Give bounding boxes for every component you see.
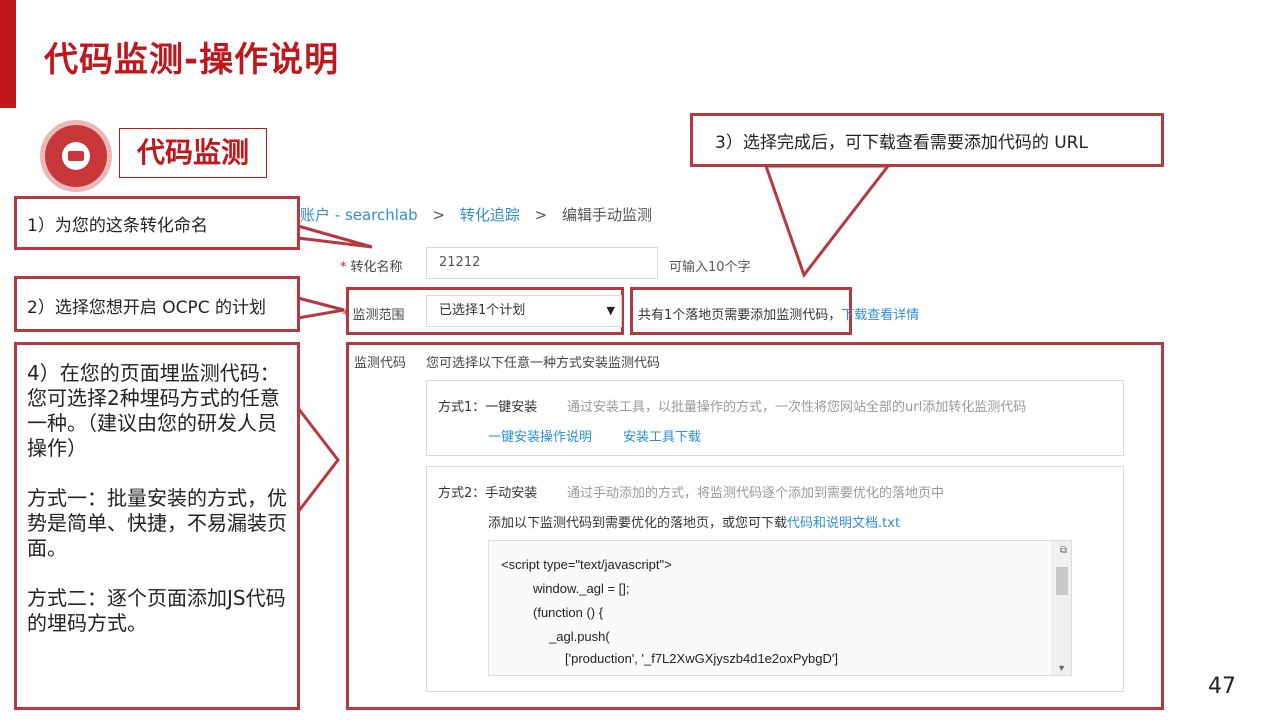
scope-label-text: 监测范围 [352,308,405,323]
monitor-code-label: 监测代码 [354,356,407,371]
code-scrollbar-thumb[interactable] [1056,567,1068,595]
code-line: _agl.push( [549,629,610,644]
method1-title: 方式1：一键安装 [438,400,538,415]
method2-instruction-text: 添加以下监测代码到需要优化的落地页，或您可下载 [488,516,788,531]
required-mark: * [342,308,349,323]
callout-step4-line4: 方式二：逐个页面添加JS代码的埋码方式。 [27,586,286,635]
callout4-pointer [296,403,340,517]
method2-instruction: 添加以下监测代码到需要优化的落地页，或您可下载代码和说明文档.txt [488,512,900,531]
page-number: 47 [1208,674,1236,699]
code-scrollbar[interactable] [1052,541,1071,675]
conversion-name-label: * 转化名称 [340,256,403,275]
breadcrumb: 账户 - searchlab > 转化追踪 > 编辑手动监测 [300,204,652,225]
callout-step4: 4）在您的页面埋监测代码： 您可选择2种埋码方式的任意一种。（建议由您的研发人员… [14,342,300,710]
breadcrumb-separator: > [432,206,446,224]
method1-desc: 通过安装工具，以批量操作的方式，一次性将您网站全部的url添加转化监测代码 [567,400,1027,415]
download-details-link[interactable]: 下载查看详情 [841,308,919,323]
breadcrumb-account[interactable]: 账户 - searchlab [300,206,418,224]
scope-select[interactable]: 已选择1个计划 ▼ [426,295,622,327]
callout3-pointer [763,164,892,279]
code-line: <script type="text/javascript"> [501,557,672,572]
conversion-name-text: 转化名称 [350,260,403,275]
code-line: ['production', '_f7L2XwGXjyszb4d1e2oxPyb… [565,651,838,666]
code-line: (function () { [533,605,604,620]
scope-label: * 监测范围 [342,304,405,323]
method2-desc: 通过手动添加的方式，将监测代码逐个添加到需要优化的落地页中 [567,486,945,501]
dropdown-arrow-icon: ▼ [606,304,615,317]
callout-step2: 2）选择您想开启 OCPC 的计划 [14,276,300,332]
callout-step3: 3）选择完成后，可下载查看需要添加代码的 URL [690,113,1164,167]
breadcrumb-conversion[interactable]: 转化追踪 [460,206,520,224]
scope-select-value: 已选择1个计划 [439,303,526,318]
callout-step4-line2: 您可选择2种埋码方式的任意一种。（建议由您的研发人员操作） [27,386,280,460]
callout-step4-line3: 方式一：批量安装的方式，优势是简单、快捷，不易漏装页面。 [27,486,287,560]
callout-step4-line1: 4）在您的页面埋监测代码： [27,361,280,385]
code-line: window._agl = []; [533,581,630,596]
breadcrumb-separator: > [534,206,548,224]
scope-info: 共有1个落地页需要添加监测代码，下载查看详情 [638,304,919,323]
copy-icon[interactable]: ⧉ [1060,545,1067,556]
callout1-pointer [296,224,373,249]
monitor-code-intro: 您可选择以下任意一种方式安装监测代码 [426,356,661,371]
conversion-name-hint: 可输入10个字 [669,260,751,275]
breadcrumb-current: 编辑手动监测 [561,206,652,224]
method1-download-link[interactable]: 安装工具下载 [623,426,701,445]
required-mark: * [340,260,347,275]
callout2-pointer [296,296,345,320]
conversion-name-input[interactable]: 21212 [426,247,658,279]
scroll-down-icon[interactable]: ▼ [1057,663,1066,673]
code-textarea[interactable]: <script type="text/javascript"> window._… [488,540,1072,676]
method2-title: 方式2：手动安装 [438,486,538,501]
scope-info-text: 共有1个落地页需要添加监测代码， [638,308,842,323]
code-line: ); [549,673,557,675]
callout-step1: 1）为您的这条转化命名 [14,196,300,250]
code-doc-download-link[interactable]: 代码和说明文档.txt [787,516,900,531]
method1-guide-link[interactable]: 一键安装操作说明 [488,426,592,445]
